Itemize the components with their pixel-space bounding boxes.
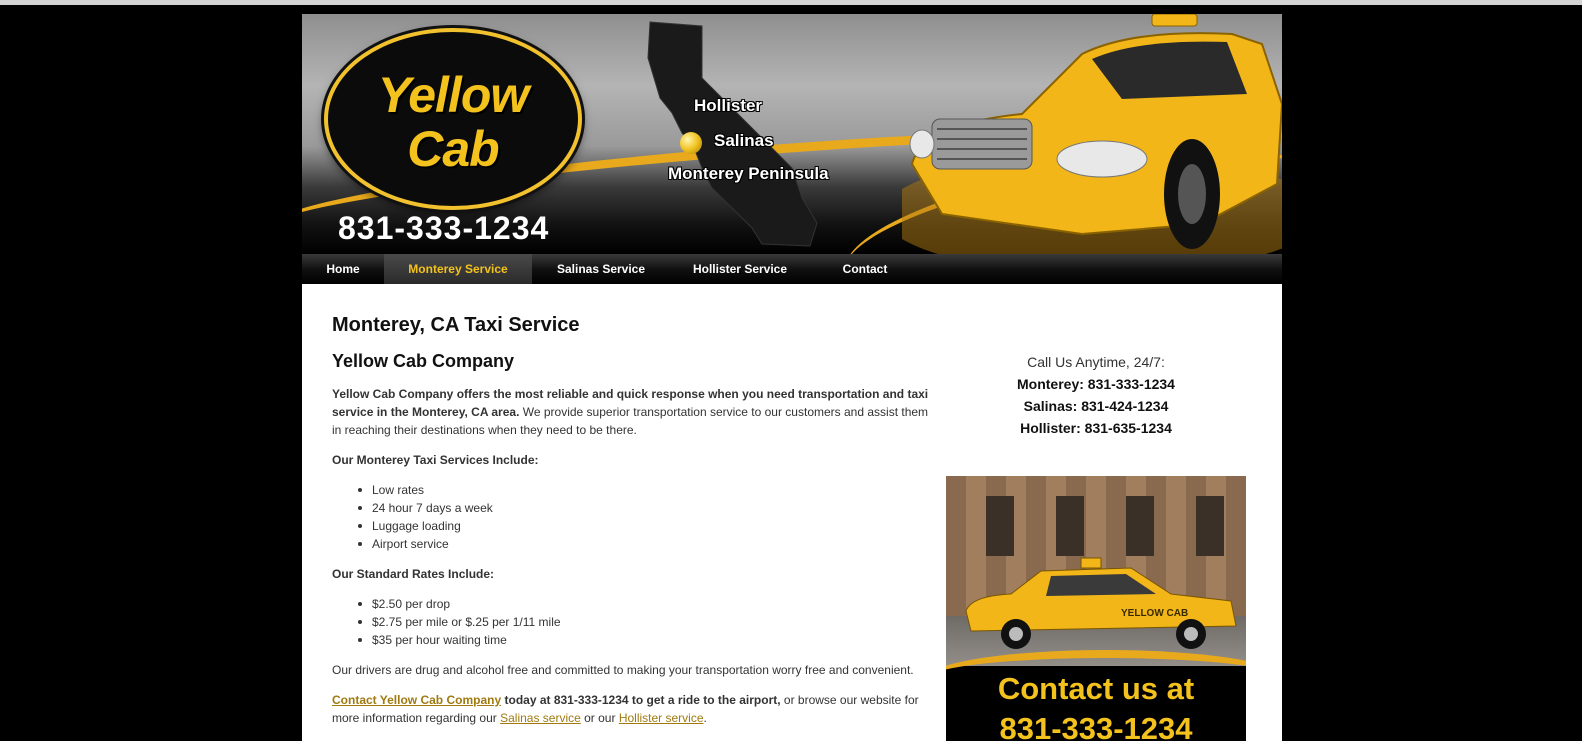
nav-salinas-service[interactable]: Salinas Service xyxy=(532,254,670,284)
services-heading: Our Monterey Taxi Services Include: xyxy=(332,453,539,467)
map-label-salinas: Salinas xyxy=(714,131,774,150)
contact-paragraph: Contact Yellow Cab Company today at 831-… xyxy=(332,691,932,727)
page-wrapper: Hollister Salinas Monterey Peninsula Yel… xyxy=(302,14,1282,741)
contact-end-text: . xyxy=(703,711,707,725)
promo-taxi-image: YELLOW CAB xyxy=(965,557,1237,649)
map-label-hollister: Hollister xyxy=(694,96,763,115)
header-phone-number: 831-333-1234 xyxy=(338,210,550,246)
contact-bold-text: today at 831-333-1234 to get a ride to t… xyxy=(501,693,781,707)
promo-window xyxy=(1126,496,1154,556)
logo-text-line1: Yellow xyxy=(377,67,530,123)
promo-car-text: YELLOW CAB xyxy=(1121,608,1188,619)
list-item: Low rates xyxy=(357,483,425,497)
salinas-service-link[interactable]: Salinas service xyxy=(500,711,581,725)
sidebar-phone-salinas: Salinas: 831-424-1234 xyxy=(1023,398,1169,414)
drivers-paragraph: Our drivers are drug and alcohol free an… xyxy=(332,663,914,677)
site-header-banner: Hollister Salinas Monterey Peninsula Yel… xyxy=(302,14,1282,254)
promo-window xyxy=(986,496,1014,556)
hollister-service-link[interactable]: Hollister service xyxy=(619,711,704,725)
list-item: Airport service xyxy=(358,537,449,551)
list-item: $2.50 per drop xyxy=(357,597,451,611)
page-title: Monterey, CA Taxi Service xyxy=(332,314,580,336)
call-anytime-heading: Call Us Anytime, 24/7: xyxy=(1027,354,1165,370)
contact-mid-text: or our xyxy=(580,711,619,725)
promo-phone-text: 831-333-1234 xyxy=(999,711,1193,741)
rates-heading: Our Standard Rates Include: xyxy=(332,567,495,581)
intro-paragraph: Yellow Cab Company offers the most relia… xyxy=(332,385,932,439)
nav-contact[interactable]: Contact xyxy=(810,254,920,284)
browser-top-strip xyxy=(0,0,1582,5)
list-item: $2.75 per mile or $.25 per 1/11 mile xyxy=(358,615,561,629)
taxi-car-image xyxy=(902,14,1282,254)
logo-text-line2: Cab xyxy=(407,121,499,177)
sidebar-phone-hollister: Hollister: 831-635-1234 xyxy=(1020,420,1172,436)
promo-contact-text: Contact us at xyxy=(997,671,1195,706)
promo-window xyxy=(1196,496,1224,556)
map-label-monterey: Monterey Peninsula xyxy=(668,164,829,183)
contact-promo-banner[interactable]: YELLOW CAB Contact us at 831-333-1234 xyxy=(946,476,1246,741)
sidebar-phone-monterey: Monterey: 831-333-1234 xyxy=(1017,376,1175,392)
list-item: 24 hour 7 days a week xyxy=(358,501,493,515)
list-item: $35 per hour waiting time xyxy=(358,633,507,647)
nav-home[interactable]: Home xyxy=(302,254,384,284)
location-dot-icon xyxy=(680,132,702,154)
page-subtitle: Yellow Cab Company xyxy=(332,351,515,371)
main-nav-bar: Home Monterey Service Salinas Service Ho… xyxy=(302,254,1282,284)
list-item: Luggage loading xyxy=(358,519,461,533)
contact-yellow-cab-link[interactable]: Contact Yellow Cab Company xyxy=(332,693,501,707)
promo-window xyxy=(1056,496,1084,556)
nav-hollister-service[interactable]: Hollister Service xyxy=(670,254,810,284)
content-area: Monterey, CA Taxi Service Yellow Cab Com… xyxy=(302,284,1282,741)
nav-monterey-service[interactable]: Monterey Service xyxy=(384,254,532,284)
yellow-cab-logo[interactable]: Yellow Cab xyxy=(324,28,582,210)
